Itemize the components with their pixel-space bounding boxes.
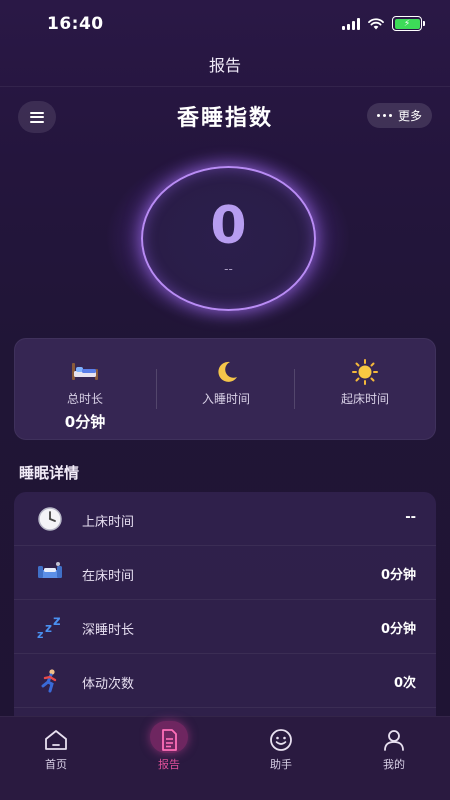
- more-dots-icon: [376, 114, 392, 117]
- list-item-bed-time: 上床时间 --: [14, 492, 436, 546]
- cellular-signal-icon: [342, 17, 360, 30]
- list-item-value: 0次: [393, 676, 416, 691]
- list-item-in-bed-time: 在床时间 0分钟: [14, 546, 436, 600]
- clock-icon: [36, 506, 64, 532]
- zzz-icon: z z z: [36, 614, 64, 641]
- tab-assistant-label: 助手: [270, 758, 292, 771]
- more-button-label: 更多: [397, 109, 422, 123]
- sleep-score-value: 0: [210, 196, 247, 256]
- status-time: 16:40: [47, 14, 104, 34]
- svg-text:z: z: [37, 628, 43, 640]
- sofa-bed-icon: [36, 560, 64, 586]
- svg-text:z: z: [45, 621, 52, 635]
- running-person-icon: [36, 668, 64, 694]
- stat-sleep-time-label: 入睡时间: [201, 392, 250, 406]
- more-button[interactable]: 更多: [366, 103, 432, 128]
- user-icon: [384, 730, 404, 751]
- tab-report[interactable]: 报告: [129, 723, 209, 779]
- bed-icon: [70, 359, 100, 385]
- tab-home-label: 首页: [45, 758, 67, 771]
- tab-mine-label: 我的: [383, 758, 405, 771]
- header-divider: [0, 86, 450, 87]
- bottom-tab-bar: 首页 报告 助手 我的: [0, 716, 450, 800]
- nav-title: 报告: [208, 56, 241, 75]
- report-document-icon: [162, 729, 177, 751]
- tab-report-label: 报告: [158, 758, 180, 771]
- sleep-score-subtext: --: [224, 262, 233, 276]
- stat-wake-time-label: 起床时间: [340, 392, 389, 406]
- battery-charging-icon: ⚡: [394, 18, 420, 29]
- tab-home[interactable]: 首页: [16, 723, 96, 779]
- list-item-value: 0分钟: [380, 568, 416, 583]
- status-bar: 16:40 ⚡: [0, 0, 450, 48]
- section-title-sleep-details: 睡眠详情: [19, 464, 80, 482]
- stat-total-duration-value: 0分钟: [64, 413, 106, 431]
- list-item-label: 体动次数: [82, 677, 135, 692]
- sleep-summary-card: 总时长 0分钟 入睡时间 起床时间: [14, 338, 436, 440]
- app-screen: 16:40 ⚡ 报告 香睡指数 更多 0 -- 总时长 0分钟 入睡时间 起床时…: [0, 0, 450, 800]
- list-item-movement-count: 体动次数 0次: [14, 654, 436, 708]
- sun-icon: [350, 359, 380, 385]
- tab-assistant[interactable]: 助手: [241, 723, 321, 779]
- tab-mine[interactable]: 我的: [354, 723, 434, 779]
- list-item-deep-sleep: z z z 深睡时长 0分钟: [14, 600, 436, 654]
- sleep-details-list: 上床时间 -- 在床时间 0分钟 z z z 深睡时长 0分钟 体动次数 0次: [14, 492, 436, 732]
- smiley-assistant-icon: [270, 729, 292, 751]
- list-item-value: 0分钟: [380, 622, 416, 637]
- status-icons: ⚡: [342, 16, 425, 31]
- list-item-label: 深睡时长: [82, 623, 135, 638]
- stat-sleep-time: 入睡时间: [156, 339, 296, 441]
- home-icon: [45, 730, 67, 750]
- list-item-value: --: [405, 510, 416, 525]
- stat-wake-time: 起床时间: [295, 339, 435, 441]
- stat-total-duration: 总时长 0分钟: [15, 339, 155, 441]
- list-item-label: 上床时间: [82, 515, 135, 530]
- list-item-label: 在床时间: [82, 569, 135, 584]
- wifi-icon: [368, 17, 384, 29]
- moon-icon: [211, 359, 241, 385]
- stat-total-duration-label: 总时长: [66, 392, 103, 406]
- battery-icon: ⚡: [392, 16, 425, 31]
- svg-text:z: z: [53, 614, 61, 629]
